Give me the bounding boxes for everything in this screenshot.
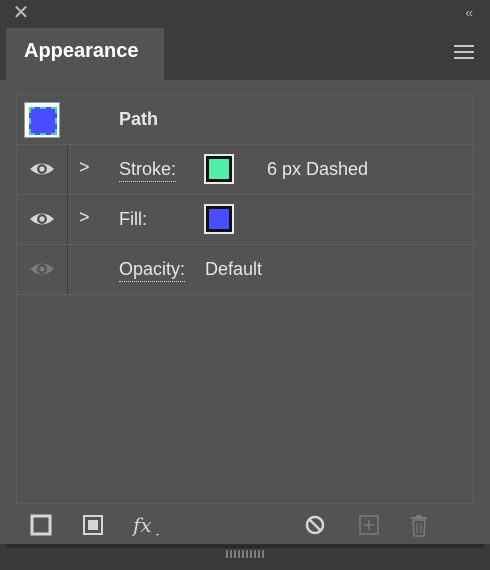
- close-icon[interactable]: ✕: [12, 3, 30, 23]
- opacity-value[interactable]: Default: [205, 259, 262, 280]
- path-thumbnail: [24, 102, 60, 138]
- fill-visibility-toggle[interactable]: [17, 195, 67, 244]
- stroke-value[interactable]: 6 px Dashed: [267, 159, 368, 180]
- add-new-stroke-icon[interactable]: [30, 514, 52, 536]
- fill-row[interactable]: > Fill:: [17, 195, 473, 245]
- collapse-panel-icon[interactable]: ‹‹: [465, 5, 473, 20]
- stroke-visibility-toggle[interactable]: [17, 145, 67, 194]
- opacity-visibility-toggle[interactable]: [17, 245, 67, 294]
- fill-color-swatch[interactable]: [204, 204, 234, 234]
- tab-appearance[interactable]: Appearance: [6, 28, 164, 80]
- tab-row: Appearance: [0, 28, 490, 80]
- duplicate-item-icon[interactable]: [358, 514, 380, 536]
- row-divider: [67, 145, 68, 194]
- path-row[interactable]: Path: [17, 95, 473, 145]
- eye-icon: [30, 163, 54, 175]
- bottom-toolbar: fx: [0, 506, 490, 544]
- stroke-row[interactable]: > Stroke: 6 px Dashed: [17, 145, 473, 195]
- add-new-effect-fx-icon[interactable]: fx: [132, 514, 164, 538]
- expand-stroke-chevron-icon[interactable]: >: [79, 157, 90, 178]
- grip-divider: [6, 544, 484, 548]
- appearance-list: Path > Stroke: 6 px Dashed > Fill: Opaci…: [16, 94, 474, 504]
- clear-appearance-icon[interactable]: [304, 514, 326, 536]
- opacity-row[interactable]: Opacity: Default: [17, 245, 473, 295]
- grip-handle-icon: [226, 550, 264, 558]
- eye-icon: [30, 213, 54, 225]
- add-new-fill-icon[interactable]: [82, 514, 104, 536]
- eye-icon: [30, 263, 54, 275]
- fill-label: Fill:: [119, 209, 147, 229]
- panel-menu-icon[interactable]: [454, 45, 474, 61]
- opacity-label[interactable]: Opacity:: [119, 259, 186, 282]
- row-divider: [67, 195, 68, 244]
- panel-resize-grip[interactable]: [0, 544, 490, 570]
- expand-fill-chevron-icon[interactable]: >: [79, 207, 90, 228]
- delete-item-trash-icon[interactable]: [408, 514, 430, 538]
- path-label: Path: [119, 109, 159, 129]
- svg-text:fx: fx: [132, 514, 152, 537]
- row-divider: [67, 245, 68, 294]
- stroke-color-swatch[interactable]: [204, 154, 234, 184]
- stroke-label[interactable]: Stroke:: [119, 159, 177, 182]
- panel-titlebar: ✕ ‹‹: [0, 0, 490, 28]
